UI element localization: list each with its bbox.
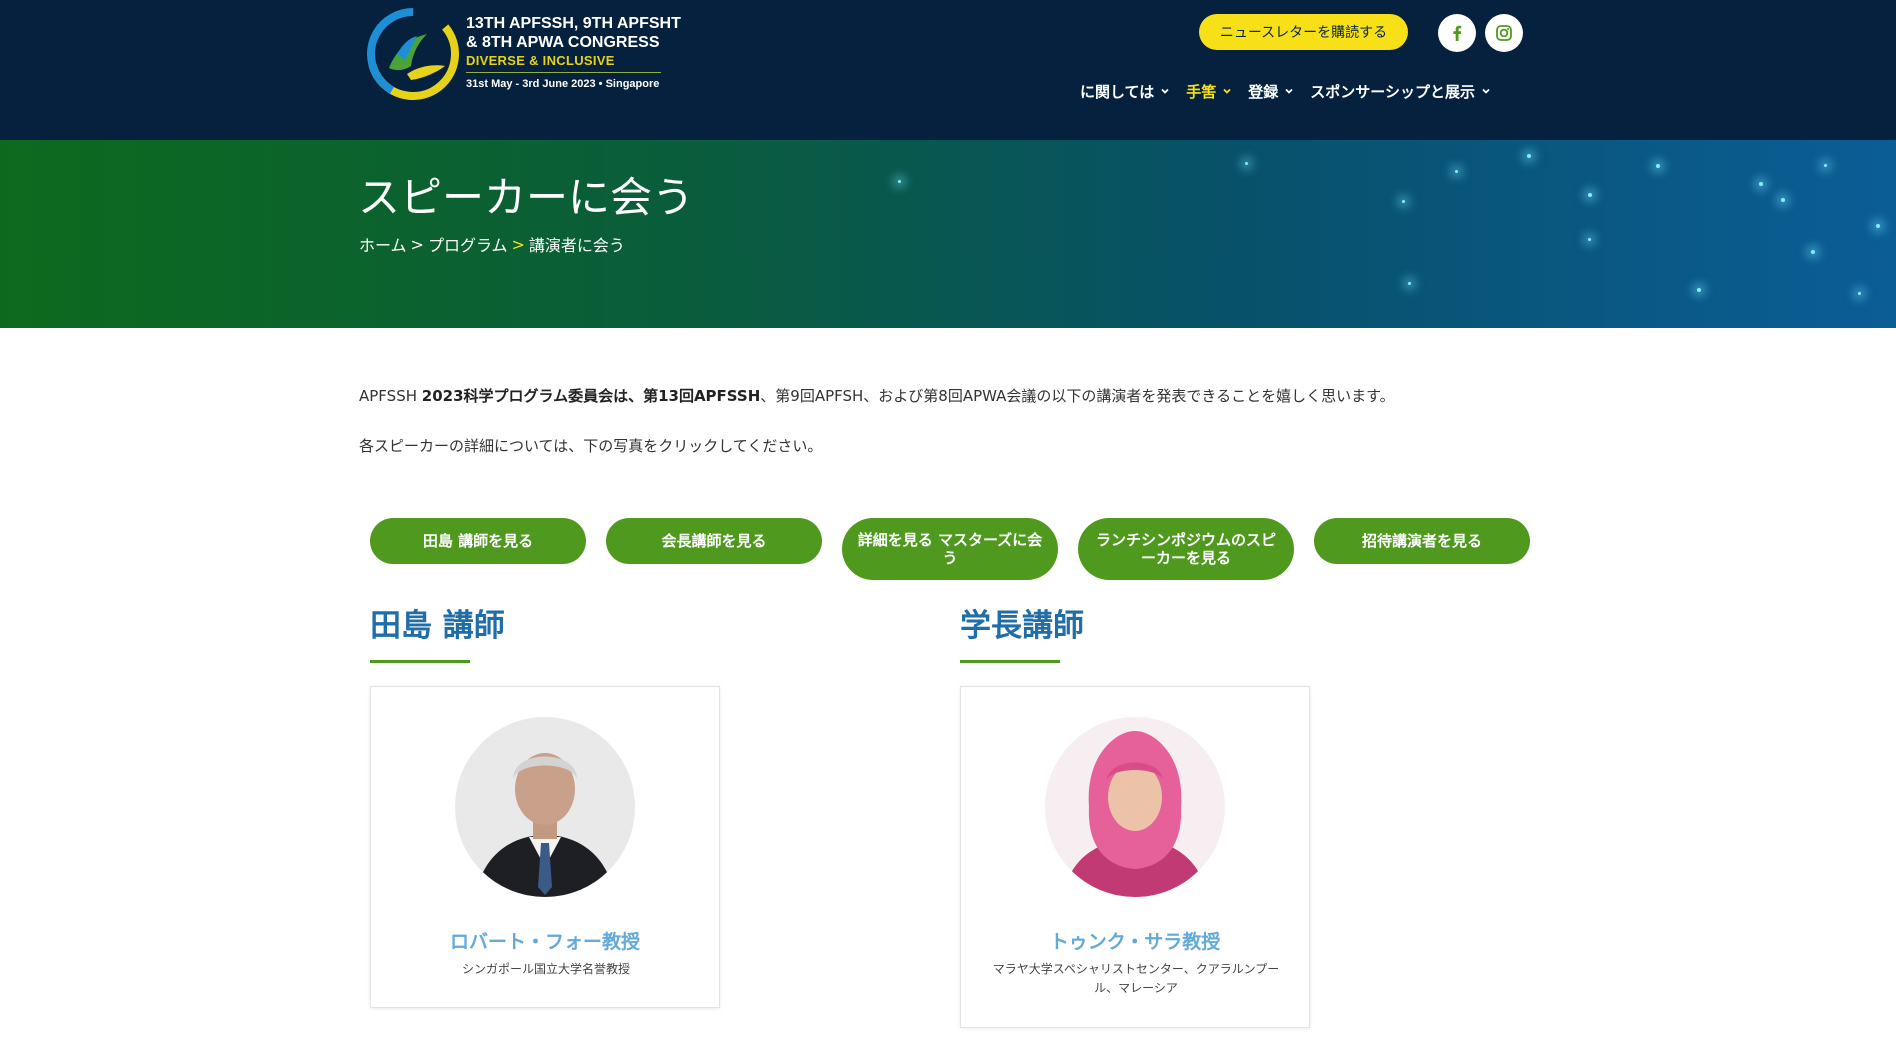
nav-item-arrangements[interactable]: 手筈 — [1186, 81, 1232, 102]
intro-text: APFSSH — [359, 387, 422, 405]
nav-item-about[interactable]: に関しては — [1080, 81, 1170, 102]
hero-sparkle — [1588, 238, 1591, 241]
congress-logo-icon — [367, 8, 459, 100]
chevron-down-icon — [1285, 88, 1293, 94]
logo-line-2: & 8TH APWA CONGRESS — [466, 34, 660, 51]
section-divider — [370, 660, 470, 663]
hero-sparkle — [1588, 193, 1592, 197]
main-nav: に関しては 手筈 登録 スポンサーシップと展示 — [1080, 78, 1507, 104]
hero-sparkle — [1656, 164, 1660, 168]
facebook-link[interactable] — [1438, 14, 1476, 52]
speaker-portrait-icon — [455, 717, 635, 897]
logo-tagline: DIVERSE & INCLUSIVE — [466, 53, 615, 68]
hero-sparkle — [1824, 164, 1827, 167]
speaker-photo[interactable] — [455, 717, 635, 897]
nav-item-label: に関しては — [1080, 82, 1155, 101]
chevron-down-icon — [1482, 88, 1490, 94]
view-meet-the-masters-button[interactable]: 詳細を見る マスターズに会う — [842, 518, 1058, 580]
nav-item-sponsorship[interactable]: スポンサーシップと展示 — [1310, 81, 1491, 102]
intro-instructions: 各スピーカーの詳細については、下の写真をクリックしてください。 — [359, 437, 823, 455]
hero-sparkle — [898, 180, 901, 183]
intro-paragraph: APFSSH 2023科学プログラム委員会は、第13回APFSSH、第9回APF… — [359, 385, 1395, 406]
speaker-portrait-icon — [1045, 717, 1225, 897]
view-presidential-lecturers-button[interactable]: 会長講師を見る — [606, 518, 822, 564]
instagram-link[interactable] — [1485, 14, 1523, 52]
section-title-presidential-lecturer: 学長講師 — [960, 608, 1084, 644]
view-lunch-symposium-button[interactable]: ランチシンポジウムのスピーカーを見る — [1078, 518, 1294, 580]
hero-sparkle — [1811, 250, 1815, 254]
intro-bold-text: 2023科学プログラム委員会は、第13回APFSSH — [421, 387, 761, 405]
nav-item-label: 手筈 — [1186, 82, 1217, 101]
congress-logo[interactable]: 13TH APFSSH, 9TH APFSHT & 8TH APWA CONGR… — [367, 8, 681, 100]
facebook-icon — [1453, 25, 1462, 41]
intro-text: 、第9回APFSH、および第8回APWA会議の以下の講演者を発表できることを嬉し… — [760, 387, 1395, 405]
chevron-down-icon — [1223, 88, 1231, 94]
speaker-affiliation: シンガポール国立大学名誉教授 — [461, 962, 630, 976]
hero-sparkle — [1408, 282, 1411, 285]
breadcrumb-separator: > — [511, 234, 525, 254]
nav-item-label: 登録 — [1248, 82, 1279, 101]
view-tajima-lecturers-button[interactable]: 田島 講師を見る — [370, 518, 586, 564]
newsletter-subscribe-button[interactable]: ニュースレターを購読する — [1199, 14, 1408, 50]
speaker-photo[interactable] — [1045, 717, 1225, 897]
breadcrumb-separator: > — [410, 234, 424, 254]
hero-sparkle — [1781, 198, 1785, 202]
logo-dates: 31st May - 3rd June 2023 • Singapore — [466, 78, 660, 90]
hero-sparkle — [1455, 170, 1458, 173]
breadcrumb-current: 講演者に会う — [528, 236, 625, 255]
chevron-down-icon — [1161, 88, 1169, 94]
hero-sparkle — [1527, 154, 1531, 158]
logo-wordmark: 13TH APFSSH, 9TH APFSHT & 8TH APWA CONGR… — [466, 14, 681, 91]
logo-line-1: 13TH APFSSH, 9TH APFSHT — [466, 15, 681, 32]
instagram-icon — [1496, 25, 1512, 41]
view-invited-speakers-button[interactable]: 招待講演者を見る — [1314, 518, 1530, 564]
nav-item-label: スポンサーシップと展示 — [1310, 82, 1475, 101]
site-header: 13TH APFSSH, 9TH APFSHT & 8TH APWA CONGR… — [0, 0, 1896, 140]
speaker-name[interactable]: ロバート・フォー教授 — [371, 927, 719, 954]
page-title: スピーカーに会う — [358, 173, 695, 222]
hero-sparkle — [1402, 200, 1405, 203]
hero-sparkle — [1759, 182, 1763, 186]
speaker-card[interactable]: ロバート・フォー教授 シンガポール国立大学名誉教授 — [370, 686, 720, 1008]
hero-sparkle — [1858, 292, 1861, 295]
page-hero: スピーカーに会う ホーム > プログラム > 講演者に会う — [0, 140, 1896, 328]
breadcrumb: ホーム > プログラム > 講演者に会う — [359, 232, 625, 256]
hero-sparkle — [1245, 162, 1248, 165]
speaker-affiliation: マラヤ大学スペシャリストセンター、クアラルンプール、マレーシア — [992, 962, 1280, 995]
nav-item-registration[interactable]: 登録 — [1248, 81, 1294, 102]
section-title-tajima-lecturer: 田島 講師 — [370, 608, 505, 644]
hero-sparkle — [1876, 224, 1880, 228]
breadcrumb-program[interactable]: プログラム — [428, 232, 508, 256]
speaker-name[interactable]: トゥンク・サラ教授 — [961, 927, 1309, 954]
logo-divider — [466, 72, 661, 73]
speaker-card[interactable]: トゥンク・サラ教授 マラヤ大学スペシャリストセンター、クアラルンプール、マレーシ… — [960, 686, 1310, 1028]
section-divider — [960, 660, 1060, 663]
breadcrumb-home[interactable]: ホーム — [359, 232, 407, 256]
hero-sparkle — [1697, 288, 1701, 292]
